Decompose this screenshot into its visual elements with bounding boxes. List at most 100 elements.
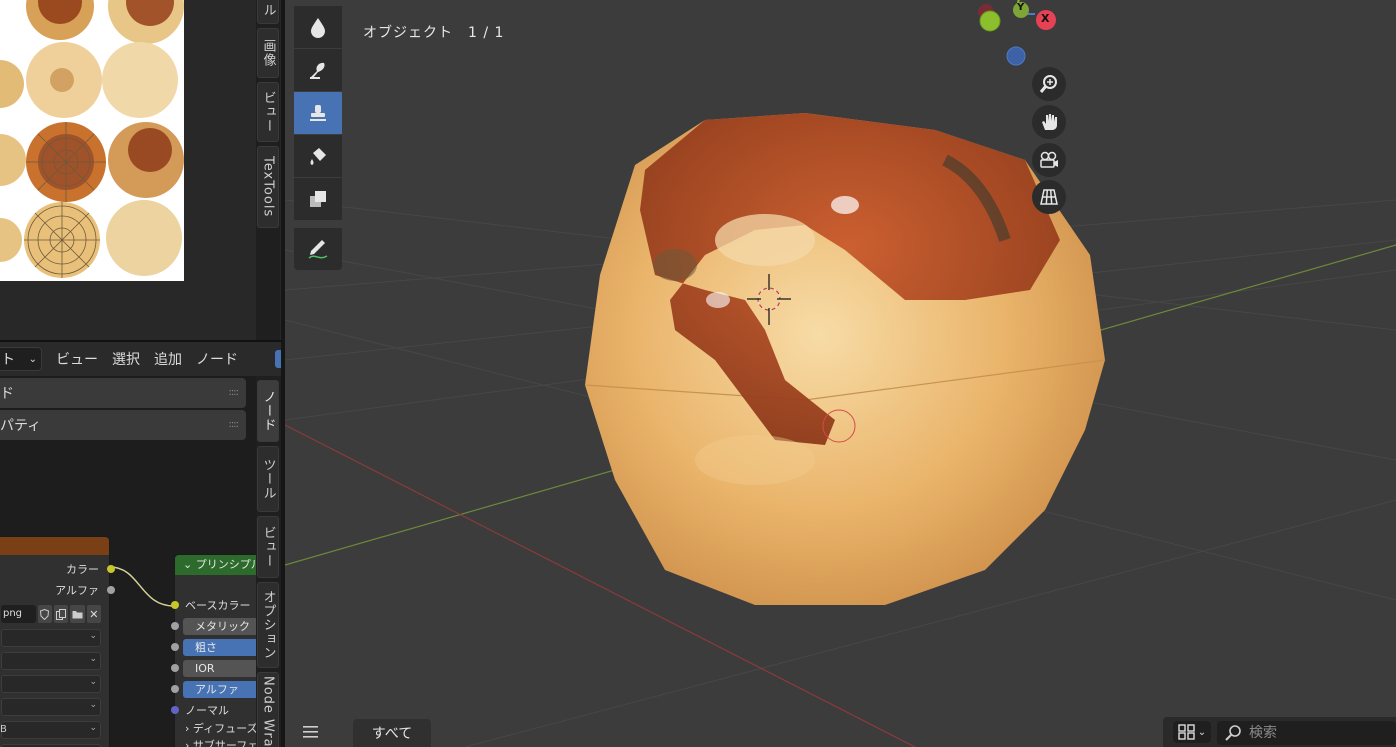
alpha-input-socket[interactable] (171, 685, 179, 693)
perspective-toggle-button[interactable] (1032, 180, 1066, 214)
object-count-overlay: オブジェクト 1 / 1 (363, 25, 505, 41)
search-placeholder: 検索 (1249, 725, 1277, 741)
alpha-socket[interactable] (107, 586, 115, 594)
duplicate-icon[interactable] (53, 605, 69, 623)
drag-grip-icon[interactable]: :::: (229, 419, 240, 430)
display-mode-dropdown[interactable]: ⌄ (1173, 721, 1211, 743)
chevron-down-icon: ⌄ (89, 723, 97, 733)
3d-viewport[interactable]: オブジェクト 1 / 1 X Y すべて ⌄ 検索 (285, 0, 1396, 747)
mask-layers-icon (310, 191, 326, 207)
tab-options[interactable]: オプション (257, 582, 279, 668)
image-texture-node[interactable]: カラー アルファ png ✕ ⌄ ⌄ ⌄ ⌄ B ⌄ (0, 536, 115, 747)
zoom-button[interactable] (1032, 67, 1066, 101)
fill-tool[interactable] (294, 135, 342, 177)
image-name-field[interactable]: png (1, 605, 36, 623)
menu-node[interactable]: ノード (196, 349, 238, 369)
subsurface-label: サブサーフェ (192, 739, 256, 747)
grid-view-icon (1178, 724, 1195, 740)
color-space-dropdown[interactable]: B ⌄ (0, 721, 101, 739)
projection-dropdown[interactable]: ⌄ (1, 652, 101, 670)
base-color-socket[interactable] (171, 601, 179, 609)
ior-socket[interactable] (171, 664, 179, 672)
menu-hamburger-icon[interactable] (303, 724, 319, 743)
panel-properties[interactable]: パティ :::: (0, 410, 246, 440)
annotate-tool[interactable] (294, 228, 342, 270)
node-header-bar[interactable]: ⌄ プリンシプル (175, 555, 256, 575)
tab-tool[interactable]: ツール (257, 446, 279, 512)
camera-view-button[interactable] (1032, 143, 1066, 177)
chevron-down-icon: ⌄ (89, 677, 97, 687)
collapse-chevron-icon[interactable]: ⌄ (183, 558, 196, 571)
image-editor-sidebar-tabs: ル 画像 ビュー TexTools (256, 0, 280, 340)
node-header-bar[interactable] (0, 537, 109, 555)
roughness-socket[interactable] (171, 643, 179, 651)
tab-view[interactable]: ビュー (257, 82, 279, 142)
color-socket[interactable] (107, 565, 115, 573)
clone-tool[interactable] (294, 92, 342, 134)
normal-socket[interactable] (171, 706, 179, 714)
blender-window: ル 画像 ビュー TexTools ト ⌄ ビュー 選択 追加 ノード ド ::… (0, 0, 1396, 747)
tab-image[interactable]: 画像 (257, 28, 279, 78)
takoyaki-mesh (584, 113, 1106, 605)
drag-grip-icon[interactable]: :::: (229, 387, 240, 398)
image-editor: ル 画像 ビュー TexTools (0, 0, 285, 340)
paint-tool-shelf (293, 0, 342, 275)
source-dropdown[interactable]: ⌄ (1, 698, 101, 716)
base-color-label: ベースカラー (185, 599, 251, 612)
gizmo-x-label: X (1041, 12, 1050, 25)
metallic-field[interactable]: メタリック (183, 618, 256, 635)
metallic-socket[interactable] (171, 622, 179, 630)
output-alpha-label: アルファ (55, 584, 99, 597)
diffuse-label: ディフューズ (192, 722, 256, 735)
asset-search-bar: ⌄ 検索 (1163, 717, 1396, 747)
panel-node[interactable]: ド :::: (0, 378, 246, 408)
alpha-field[interactable]: アルファ (183, 681, 256, 698)
roughness-field[interactable]: 粗さ (183, 639, 256, 656)
menu-add[interactable]: 追加 (154, 349, 182, 369)
ior-field[interactable]: IOR (183, 660, 256, 677)
mode-label: ト (1, 352, 15, 368)
tab-node[interactable]: ノード (257, 380, 279, 442)
smear-tool[interactable] (294, 49, 342, 91)
smear-icon (310, 62, 325, 79)
soften-tool[interactable] (294, 6, 342, 48)
node-editor-header: ト ⌄ ビュー 選択 追加 ノード (0, 342, 285, 376)
node-title: プリンシプル (195, 558, 256, 571)
zoom-icon (1039, 75, 1057, 93)
diffuse-panel-toggle[interactable]: › ディフューズ (185, 720, 256, 736)
tab-all[interactable]: すべて (353, 719, 431, 747)
tab-textools[interactable]: TexTools (257, 146, 279, 228)
menu-select[interactable]: 選択 (112, 349, 140, 369)
panel-node-label: ド (0, 386, 14, 402)
menu-view[interactable]: ビュー (56, 349, 98, 369)
pan-button[interactable] (1032, 105, 1066, 139)
image-selector: png ✕ (1, 605, 101, 623)
interpolation-dropdown[interactable]: ⌄ (1, 629, 101, 647)
tab-node-wrangler[interactable]: Node Wra (257, 672, 279, 747)
chevron-down-icon: ⌄ (89, 631, 97, 641)
camera-icon (1040, 151, 1058, 168)
search-icon (1225, 725, 1243, 747)
tab-tool[interactable]: ル (257, 0, 279, 24)
panel-properties-label: パティ (0, 418, 42, 434)
tab-view[interactable]: ビュー (257, 516, 279, 578)
subsurface-panel-toggle[interactable]: › サブサーフェ (185, 737, 256, 747)
navigation-gizmo[interactable]: X Y (965, 0, 1065, 70)
principled-bsdf-node[interactable]: ⌄ プリンシプル ベースカラー メタリック 粗さ IOR アルファ ノーマル ›… (171, 554, 256, 747)
chevron-down-icon: ⌄ (1197, 726, 1207, 738)
grid-icon (1040, 189, 1058, 205)
editor-mode-dropdown[interactable]: ト ⌄ (0, 347, 42, 371)
unlink-close-icon[interactable]: ✕ (86, 605, 101, 623)
viewport-grid (285, 113, 1396, 747)
node-canvas[interactable]: カラー アルファ png ✕ ⌄ ⌄ ⌄ ⌄ B ⌄ ⌄ プリンシプル ベースカ… (0, 442, 256, 747)
mask-tool[interactable] (294, 178, 342, 220)
output-color-label: カラー (66, 563, 99, 576)
paint-bucket-icon (310, 148, 326, 165)
texture-image[interactable] (0, 0, 184, 281)
search-input[interactable]: 検索 (1217, 721, 1396, 745)
chevron-down-icon: ⌄ (89, 654, 97, 664)
fake-user-shield-icon[interactable] (37, 605, 52, 623)
open-folder-icon[interactable] (70, 605, 85, 623)
extension-dropdown[interactable]: ⌄ (1, 675, 101, 693)
shader-node-editor: ト ⌄ ビュー 選択 追加 ノード ド :::: パティ :::: カラー アル… (0, 340, 285, 747)
